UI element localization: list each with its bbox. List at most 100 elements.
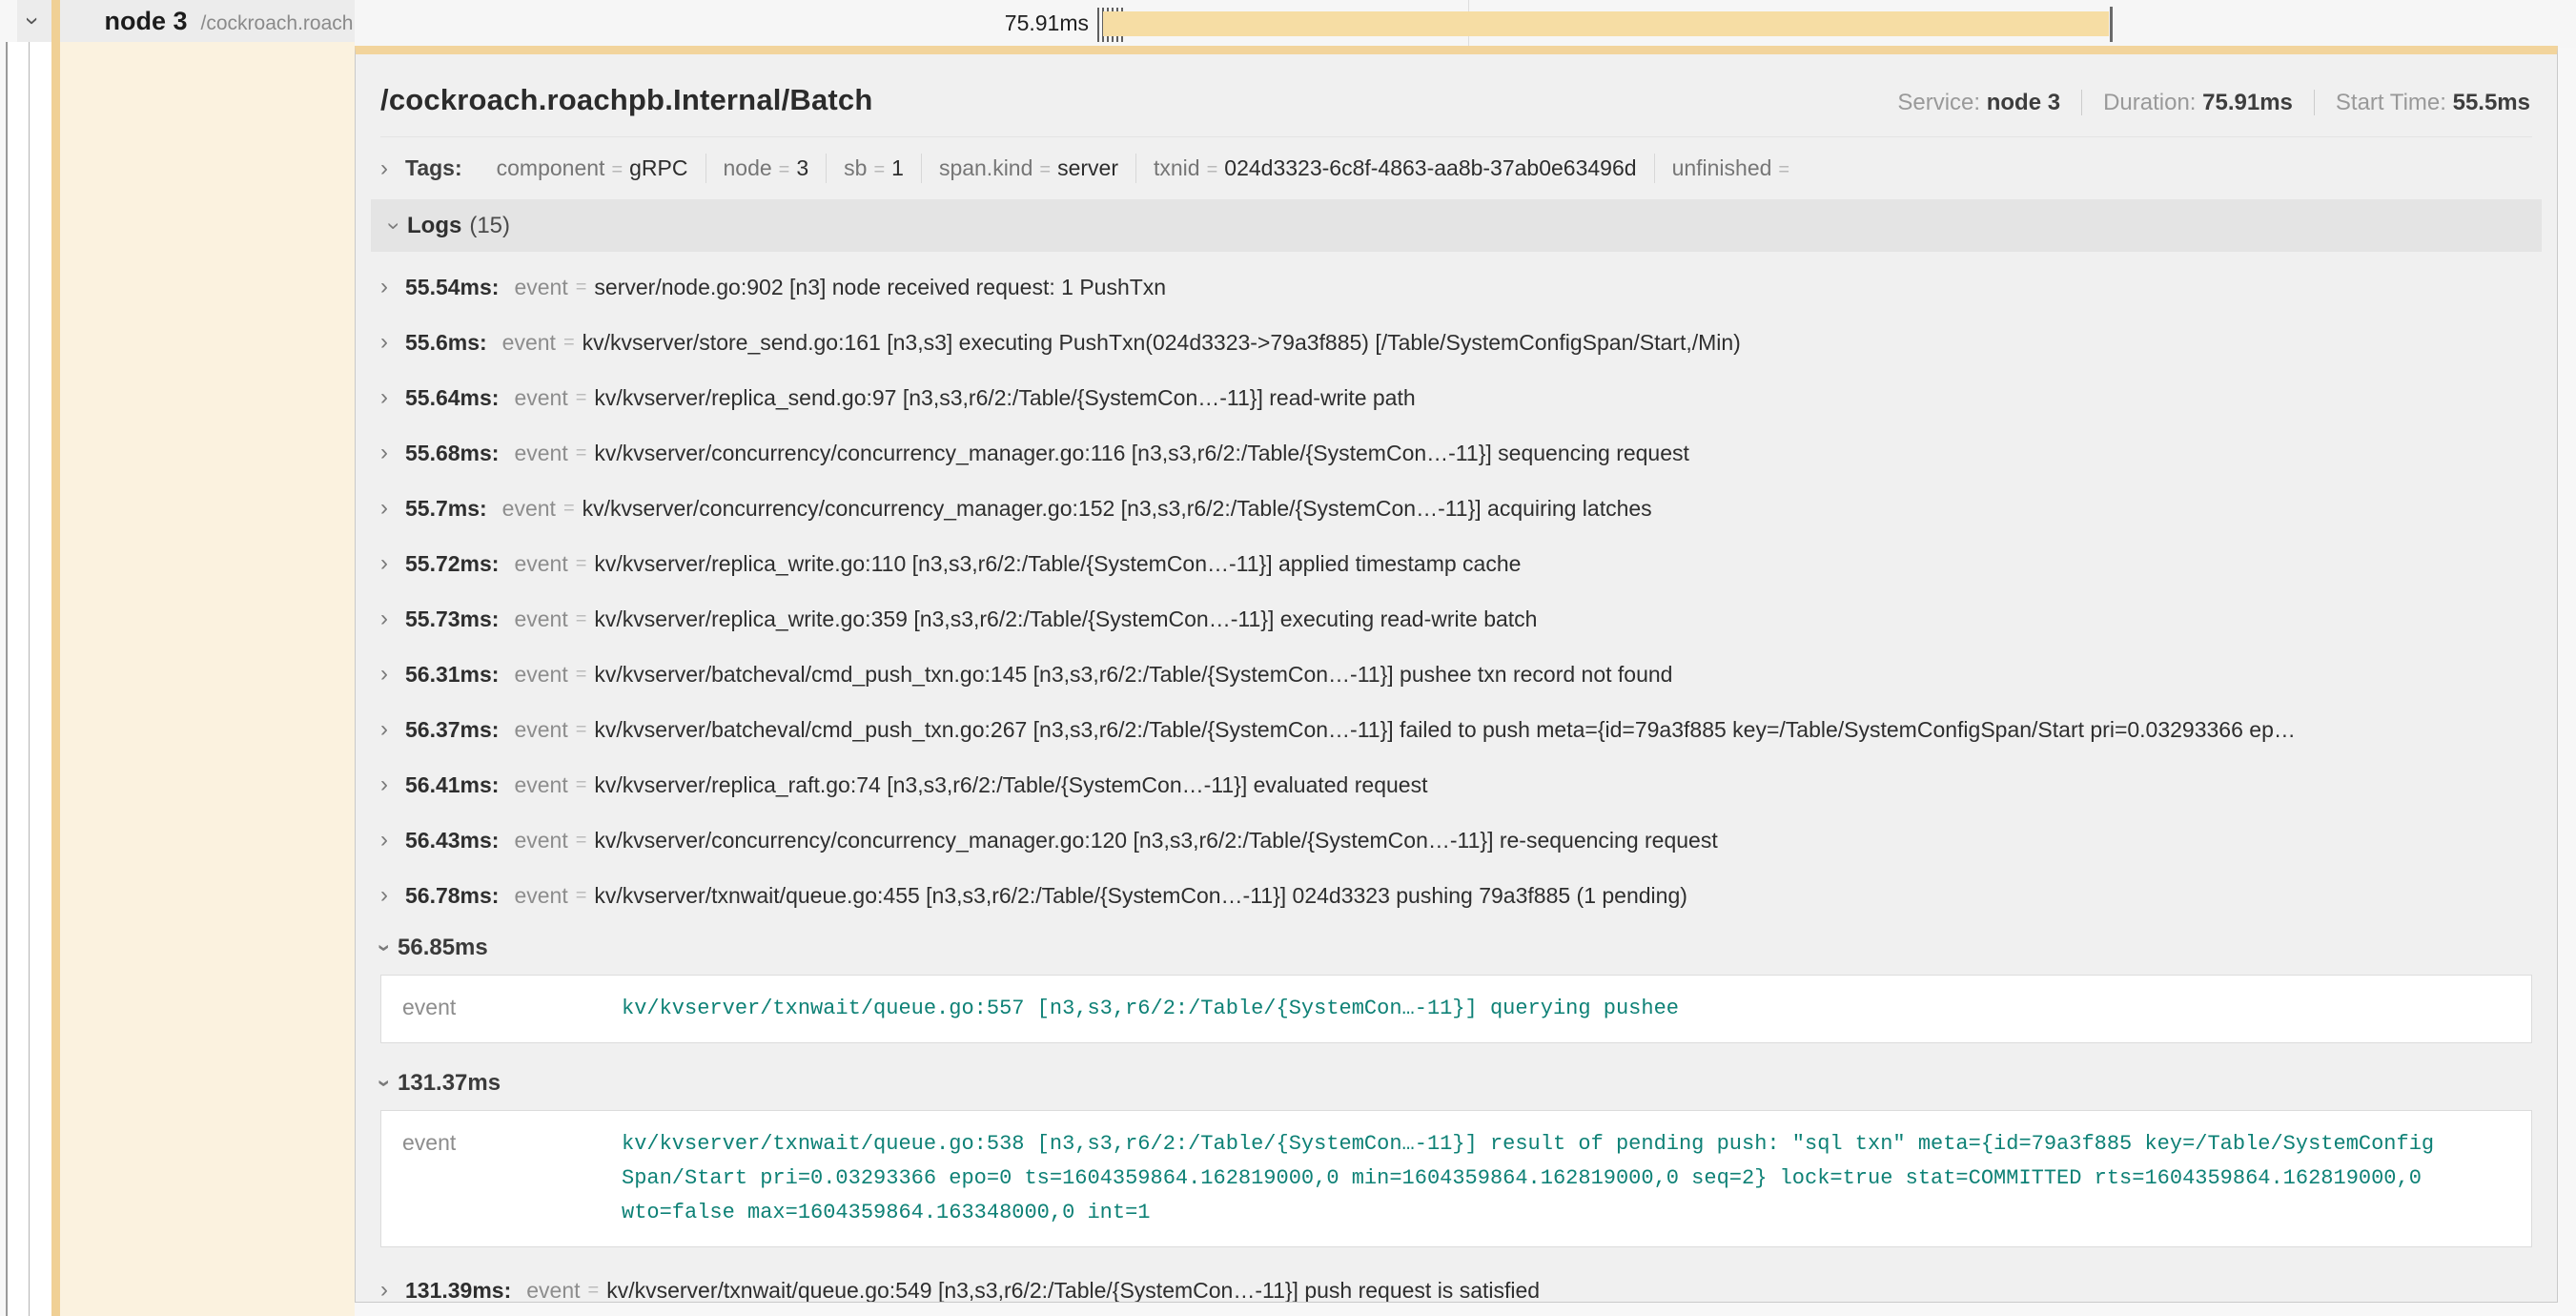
duration-meta-value: 75.91ms xyxy=(2202,90,2293,115)
logs-accordion-header[interactable]: › Logs (15) xyxy=(371,199,2542,252)
log-field: event xyxy=(402,992,622,1020)
tag-txnid: txnid=024d3323-6c8f-4863-aa8b-37ab0e6349… xyxy=(1135,154,1654,183)
span-operation-name: /cockroach.roach… xyxy=(201,12,355,34)
expand-log-chevron-icon[interactable]: › xyxy=(380,773,405,796)
span-name[interactable]: node 3/cockroach.roach… xyxy=(105,7,355,36)
log-field: event xyxy=(514,883,567,909)
expand-log-chevron-icon[interactable]: › xyxy=(380,276,405,298)
log-field: event xyxy=(514,441,567,466)
log-time: 55.64ms: xyxy=(405,385,499,411)
log-time: 56.37ms: xyxy=(405,717,499,743)
span-duration-bar[interactable] xyxy=(1103,11,2109,36)
log-event-value: kv/kvserver/txnwait/queue.go:557 [n3,s3,… xyxy=(622,992,2441,1026)
collapse-span-chevron-icon[interactable]: › xyxy=(21,5,46,37)
tag-component: component=gRPC xyxy=(480,154,705,183)
service-meta: Service: node 3 xyxy=(1895,90,2062,115)
log-time: 56.78ms: xyxy=(405,883,499,909)
expand-log-chevron-icon[interactable]: › xyxy=(380,829,405,852)
log-message: kv/kvserver/txnwait/queue.go:455 [n3,s3,… xyxy=(594,883,2532,909)
log-field: event xyxy=(514,275,567,300)
log-message: kv/kvserver/replica_write.go:359 [n3,s3,… xyxy=(594,607,2532,632)
collapse-log-chevron-icon[interactable]: › xyxy=(373,1080,396,1087)
tag-sb: sb=1 xyxy=(826,154,921,183)
collapse-log-chevron-icon[interactable]: › xyxy=(373,944,396,952)
log-message: kv/kvserver/concurrency/concurrency_mana… xyxy=(594,441,2532,466)
log-message: kv/kvserver/concurrency/concurrency_mana… xyxy=(594,828,2532,853)
expand-log-chevron-icon[interactable]: › xyxy=(380,884,405,907)
log-row[interactable]: ›56.31ms:event=kv/kvserver/batcheval/cmd… xyxy=(380,647,2532,702)
log-time: 56.85ms xyxy=(398,935,488,961)
expand-log-chevron-icon[interactable]: › xyxy=(380,663,405,686)
span-detail-panel: /cockroach.roachpb.Internal/Batch Servic… xyxy=(355,46,2558,1303)
collapse-logs-chevron-icon[interactable]: › xyxy=(382,222,405,230)
log-message: kv/kvserver/batcheval/cmd_push_txn.go:14… xyxy=(594,662,2532,688)
timeline-gutter-divider xyxy=(29,42,30,1316)
log-event-detail: event kv/kvserver/txnwait/queue.go:538 [… xyxy=(380,1110,2532,1247)
log-message: kv/kvserver/replica_send.go:97 [n3,s3,r6… xyxy=(594,385,2532,411)
log-field: event xyxy=(514,551,567,577)
span-duration-label: 75.91ms xyxy=(984,10,1089,36)
log-row[interactable]: ›56.41ms:event=kv/kvserver/replica_raft.… xyxy=(380,757,2532,812)
log-field: event xyxy=(514,385,567,411)
log-row[interactable]: ›56.37ms:event=kv/kvserver/batcheval/cmd… xyxy=(380,702,2532,757)
log-row[interactable]: ›55.72ms:event=kv/kvserver/replica_write… xyxy=(380,536,2532,591)
logs-count: (15) xyxy=(469,213,510,239)
start-time-meta: Start Time: 55.5ms xyxy=(2314,90,2532,115)
tag-node: node=3 xyxy=(705,154,827,183)
span-meta: Service: node 3 Duration: 75.91ms Start Ti… xyxy=(1895,90,2532,116)
log-field: event xyxy=(514,607,567,632)
log-row[interactable]: ›55.54ms:event=server/node.go:902 [n3] n… xyxy=(380,259,2532,315)
log-message: kv/kvserver/replica_raft.go:74 [n3,s3,r6… xyxy=(594,772,2532,798)
log-message: kv/kvserver/replica_write.go:110 [n3,s3,… xyxy=(594,551,2532,577)
timeline-gutter xyxy=(8,42,51,1316)
log-row[interactable]: ›55.68ms:event=kv/kvserver/concurrency/c… xyxy=(380,425,2532,481)
log-field: event xyxy=(402,1127,622,1156)
span-name-row[interactable]: › node 3/cockroach.roach… xyxy=(17,0,355,42)
expand-log-chevron-icon[interactable]: › xyxy=(380,1279,405,1302)
log-row[interactable]: ›56.78ms:event=kv/kvserver/txnwait/queue… xyxy=(380,868,2532,923)
span-detail-header: /cockroach.roachpb.Internal/Batch Servic… xyxy=(380,54,2532,136)
expand-log-chevron-icon[interactable]: › xyxy=(380,331,405,354)
log-field: event xyxy=(514,772,567,798)
log-time: 55.6ms: xyxy=(405,330,487,356)
span-name-column-background xyxy=(60,42,355,1316)
span-service-name: node 3 xyxy=(105,7,188,35)
expand-log-chevron-icon[interactable]: › xyxy=(380,497,405,520)
trace-detail-page: › node 3/cockroach.roach… 75.91ms /cockr… xyxy=(0,0,2576,1316)
log-row[interactable]: ›131.39ms:event=kv/kvserver/txnwait/queu… xyxy=(380,1263,2532,1303)
expand-log-chevron-icon[interactable]: › xyxy=(380,552,405,575)
log-row[interactable]: ›56.43ms:event=kv/kvserver/concurrency/c… xyxy=(380,812,2532,868)
log-message: server/node.go:902 [n3] node received re… xyxy=(594,275,2532,300)
log-row[interactable]: ›55.6ms:event=kv/kvserver/store_send.go:… xyxy=(380,315,2532,370)
log-message: kv/kvserver/concurrency/concurrency_mana… xyxy=(583,496,2532,522)
log-time: 56.41ms: xyxy=(405,772,499,798)
expand-log-chevron-icon[interactable]: › xyxy=(380,718,405,741)
tags-accordion[interactable]: › Tags: component=gRPC node=3 sb=1 span.… xyxy=(380,137,2532,197)
log-time: 131.39ms: xyxy=(405,1278,511,1304)
tags-label: Tags: xyxy=(405,155,462,181)
expand-log-chevron-icon[interactable]: › xyxy=(380,442,405,464)
log-message: kv/kvserver/txnwait/queue.go:549 [n3,s3,… xyxy=(606,1278,2532,1304)
log-time: 55.73ms: xyxy=(405,607,499,632)
log-time: 55.68ms: xyxy=(405,441,499,466)
log-time: 55.54ms: xyxy=(405,275,499,300)
log-field: event xyxy=(514,828,567,853)
log-field: event xyxy=(514,717,567,743)
log-message: kv/kvserver/store_send.go:161 [n3,s3] ex… xyxy=(583,330,2532,356)
log-event-value: kv/kvserver/txnwait/queue.go:538 [n3,s3,… xyxy=(622,1127,2441,1230)
log-message: kv/kvserver/batcheval/cmd_push_txn.go:26… xyxy=(594,717,2532,743)
log-row-expanded-header[interactable]: › 131.37ms xyxy=(380,1059,2532,1108)
duration-meta: Duration: 75.91ms xyxy=(2081,90,2295,115)
tag-span-kind: span.kind=server xyxy=(921,154,1135,183)
expand-tags-chevron-icon[interactable]: › xyxy=(380,157,405,180)
log-field: event xyxy=(526,1278,580,1304)
log-time: 55.7ms: xyxy=(405,496,487,522)
log-row[interactable]: ›55.73ms:event=kv/kvserver/replica_write… xyxy=(380,591,2532,647)
log-time: 55.72ms: xyxy=(405,551,499,577)
start-time-meta-value: 55.5ms xyxy=(2453,90,2530,115)
expand-log-chevron-icon[interactable]: › xyxy=(380,607,405,630)
log-row[interactable]: ›55.7ms:event=kv/kvserver/concurrency/co… xyxy=(380,481,2532,536)
log-row[interactable]: ›55.64ms:event=kv/kvserver/replica_send.… xyxy=(380,370,2532,425)
expand-log-chevron-icon[interactable]: › xyxy=(380,386,405,409)
log-row-expanded-header[interactable]: › 56.85ms xyxy=(380,923,2532,973)
